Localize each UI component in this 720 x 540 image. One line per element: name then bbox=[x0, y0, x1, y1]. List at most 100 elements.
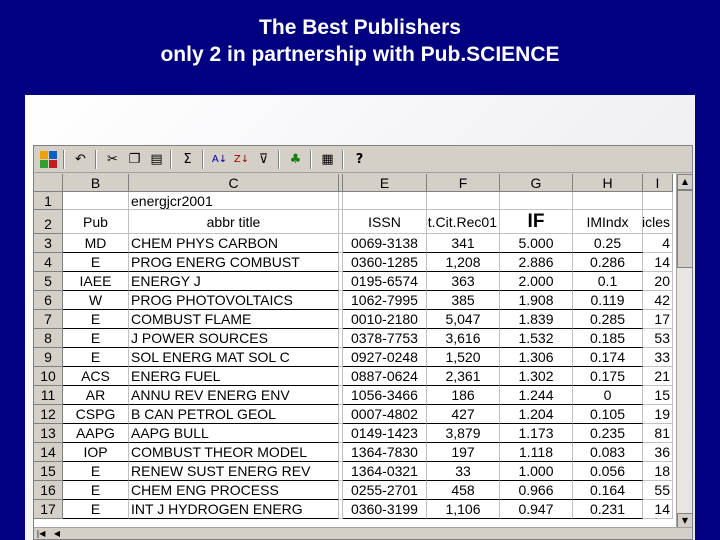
cell[interactable]: 0.056 bbox=[573, 462, 643, 481]
row-header[interactable]: 5 bbox=[34, 272, 63, 291]
row-header[interactable]: 7 bbox=[34, 310, 63, 329]
cell[interactable]: INT J HYDROGEN ENERG bbox=[129, 500, 339, 519]
row-header[interactable]: 17 bbox=[34, 500, 63, 519]
cell[interactable]: 0007-4802 bbox=[343, 405, 427, 424]
cell[interactable]: 1.908 bbox=[500, 291, 573, 310]
cell[interactable]: 42 bbox=[643, 291, 673, 310]
excel-icon[interactable] bbox=[38, 149, 59, 170]
cell[interactable]: CSPG bbox=[63, 405, 129, 424]
cell[interactable]: 1056-3466 bbox=[343, 386, 427, 405]
cell[interactable]: SOL ENERG MAT SOL C bbox=[129, 348, 339, 367]
cell[interactable]: 0.966 bbox=[500, 481, 573, 500]
cell[interactable] bbox=[427, 192, 500, 210]
cell[interactable]: 0.083 bbox=[573, 443, 643, 462]
column-header-e[interactable]: E bbox=[343, 174, 427, 192]
row-header[interactable]: 1 bbox=[34, 192, 63, 210]
cell[interactable]: 0.175 bbox=[573, 367, 643, 386]
cell[interactable]: 0255-2701 bbox=[343, 481, 427, 500]
cell[interactable]: RENEW SUST ENERG REV bbox=[129, 462, 339, 481]
cell[interactable]: 0378-7753 bbox=[343, 329, 427, 348]
cell[interactable]: 0.947 bbox=[500, 500, 573, 519]
cell[interactable]: Tot.Cit.Rec01 bbox=[427, 210, 500, 234]
print-preview-icon[interactable]: ▦ bbox=[317, 149, 338, 170]
cell[interactable]: 2.000 bbox=[500, 272, 573, 291]
cell[interactable]: CHEM PHYS CARBON bbox=[129, 234, 339, 253]
cell[interactable]: 0.286 bbox=[573, 253, 643, 272]
cell[interactable]: 14 bbox=[643, 500, 673, 519]
cell[interactable]: 1.306 bbox=[500, 348, 573, 367]
cell[interactable]: COMBUST THEOR MODEL bbox=[129, 443, 339, 462]
sort-ascending-icon[interactable]: A↓ bbox=[209, 149, 230, 170]
cell[interactable]: COMBUST FLAME bbox=[129, 310, 339, 329]
cell[interactable]: 1364-0321 bbox=[343, 462, 427, 481]
cell[interactable]: E bbox=[63, 310, 129, 329]
row-header[interactable]: 3 bbox=[34, 234, 63, 253]
cell[interactable]: 186 bbox=[427, 386, 500, 405]
cell[interactable]: Pub bbox=[63, 210, 129, 234]
cell[interactable]: 1.302 bbox=[500, 367, 573, 386]
cell[interactable]: 2,361 bbox=[427, 367, 500, 386]
cell[interactable]: W bbox=[63, 291, 129, 310]
cell[interactable]: 3,879 bbox=[427, 424, 500, 443]
cell[interactable]: 1.532 bbox=[500, 329, 573, 348]
row-header[interactable]: 6 bbox=[34, 291, 63, 310]
scroll-first-sheet-icon[interactable]: |◀ bbox=[34, 528, 48, 539]
cell[interactable]: 0149-1423 bbox=[343, 424, 427, 443]
cell[interactable]: IMIndx bbox=[573, 210, 643, 234]
cell[interactable]: 1364-7830 bbox=[343, 443, 427, 462]
cell[interactable]: 1.173 bbox=[500, 424, 573, 443]
cell[interactable]: 1.244 bbox=[500, 386, 573, 405]
select-all-corner[interactable] bbox=[34, 174, 63, 192]
undo-icon[interactable]: ↶ bbox=[70, 149, 91, 170]
sum-icon[interactable]: Σ bbox=[177, 149, 198, 170]
row-header[interactable]: 12 bbox=[34, 405, 63, 424]
cell[interactable]: 1.204 bbox=[500, 405, 573, 424]
cell[interactable]: IAEE bbox=[63, 272, 129, 291]
cell[interactable]: CHEM ENG PROCESS bbox=[129, 481, 339, 500]
cell[interactable]: 197 bbox=[427, 443, 500, 462]
cell[interactable]: 0.164 bbox=[573, 481, 643, 500]
row-header[interactable]: 14 bbox=[34, 443, 63, 462]
cell[interactable]: PROG PHOTOVOLTAICS bbox=[129, 291, 339, 310]
column-header-b[interactable]: B bbox=[63, 174, 129, 192]
cell[interactable]: E bbox=[63, 500, 129, 519]
row-header[interactable]: 8 bbox=[34, 329, 63, 348]
cell[interactable]: 385 bbox=[427, 291, 500, 310]
cell[interactable]: 0.285 bbox=[573, 310, 643, 329]
cell[interactable]: 1,106 bbox=[427, 500, 500, 519]
scroll-prev-sheet-icon[interactable]: ◀ bbox=[50, 528, 64, 539]
sort-descending-icon[interactable]: Z↓ bbox=[231, 149, 252, 170]
paste-icon[interactable]: ▤ bbox=[146, 149, 167, 170]
cell[interactable]: E bbox=[63, 462, 129, 481]
cell[interactable]: 0.185 bbox=[573, 329, 643, 348]
cell[interactable]: 1.839 bbox=[500, 310, 573, 329]
row-header[interactable]: 2 bbox=[34, 210, 63, 234]
cell[interactable]: 0010-2180 bbox=[343, 310, 427, 329]
row-header[interactable]: 10 bbox=[34, 367, 63, 386]
cell[interactable]: ISSN bbox=[343, 210, 427, 234]
cell[interactable]: 20 bbox=[643, 272, 673, 291]
cell[interactable]: 1,208 bbox=[427, 253, 500, 272]
row-header[interactable]: 15 bbox=[34, 462, 63, 481]
cell[interactable]: 0069-3138 bbox=[343, 234, 427, 253]
cell[interactable]: 0.174 bbox=[573, 348, 643, 367]
cell[interactable]: 33 bbox=[427, 462, 500, 481]
cell[interactable]: 5.000 bbox=[500, 234, 573, 253]
cell[interactable]: B CAN PETROL GEOL bbox=[129, 405, 339, 424]
chart-wizard-icon[interactable]: ♣ bbox=[285, 149, 306, 170]
cell[interactable]: 0887-0624 bbox=[343, 367, 427, 386]
cell[interactable]: ENERG FUEL bbox=[129, 367, 339, 386]
column-header-i[interactable]: I bbox=[643, 174, 673, 192]
row-header[interactable]: 9 bbox=[34, 348, 63, 367]
cell[interactable]: 0.105 bbox=[573, 405, 643, 424]
cell[interactable]: IF bbox=[500, 210, 573, 234]
cell[interactable]: 21 bbox=[643, 367, 673, 386]
cell[interactable] bbox=[573, 192, 643, 210]
cell[interactable]: 0 bbox=[573, 386, 643, 405]
cell[interactable]: 341 bbox=[427, 234, 500, 253]
cell[interactable]: 15 bbox=[643, 386, 673, 405]
cell[interactable]: 1062-7995 bbox=[343, 291, 427, 310]
cell[interactable]: 0360-3199 bbox=[343, 500, 427, 519]
column-header-f[interactable]: F bbox=[427, 174, 500, 192]
cell[interactable]: E bbox=[63, 329, 129, 348]
